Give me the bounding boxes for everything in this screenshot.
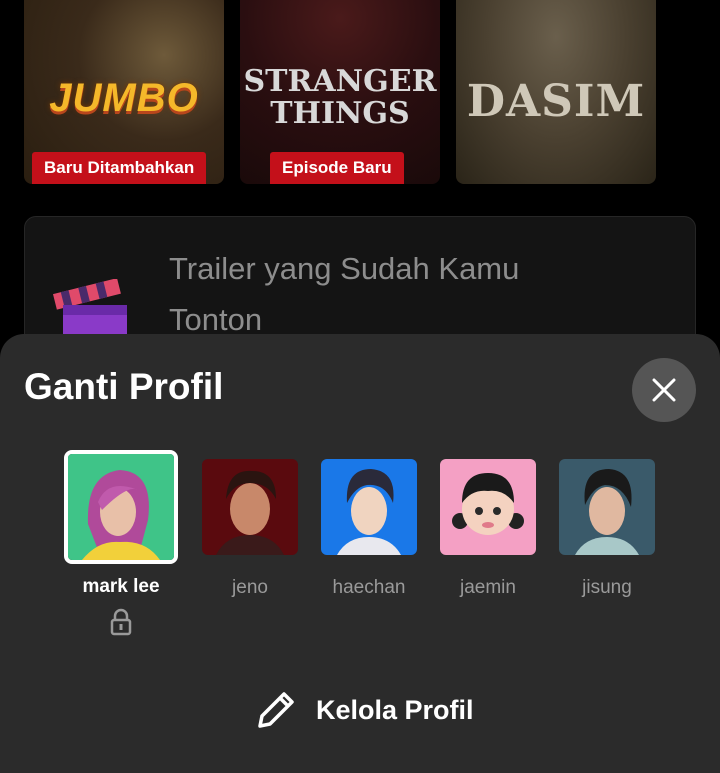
profile-name: jaemin bbox=[460, 577, 516, 598]
avatar bbox=[559, 459, 655, 555]
manage-profiles-button[interactable]: Kelola Profil bbox=[252, 686, 474, 734]
profile-name: jisung bbox=[582, 577, 632, 598]
poster-title-line2: THINGS bbox=[270, 96, 410, 131]
avatar bbox=[202, 459, 298, 555]
poster-title: STRANGER THINGS bbox=[240, 66, 440, 130]
manage-profiles-label: Kelola Profil bbox=[316, 694, 474, 725]
profile-mark-lee[interactable]: mark lee bbox=[61, 450, 181, 636]
switch-profile-sheet: Ganti Profil mark lee jeno haechan jaemi… bbox=[0, 334, 720, 773]
profile-jisung[interactable]: jisung bbox=[547, 459, 667, 599]
card-title: Trailer yang Sudah Kamu Tonton bbox=[169, 251, 520, 337]
close-icon bbox=[652, 378, 676, 402]
avatar bbox=[64, 450, 178, 564]
poster-jumbo[interactable]: JUMBO Baru Ditambahkan bbox=[24, 0, 224, 184]
poster-badge: Baru Ditambahkan bbox=[32, 152, 207, 184]
avatar bbox=[440, 459, 536, 555]
profile-jaemin[interactable]: jaemin bbox=[428, 459, 548, 599]
poster-title: JUMBO bbox=[49, 76, 199, 120]
close-button[interactable] bbox=[632, 358, 696, 422]
profile-jeno[interactable]: jeno bbox=[190, 459, 310, 599]
poster-stranger-things[interactable]: STRANGER THINGS Episode Baru bbox=[240, 0, 440, 184]
profile-haechan[interactable]: haechan bbox=[309, 459, 429, 599]
pencil-icon bbox=[258, 692, 294, 728]
sheet-title: Ganti Profil bbox=[24, 366, 224, 407]
profile-name: mark lee bbox=[82, 576, 160, 597]
profile-name: haechan bbox=[332, 577, 406, 598]
avatar bbox=[321, 459, 417, 555]
poster-title-line1: STRANGER bbox=[243, 64, 437, 99]
poster-title: DASIM bbox=[466, 76, 646, 127]
lock-icon bbox=[110, 608, 132, 636]
poster-dasim[interactable]: DASIM bbox=[456, 0, 656, 184]
poster-badge: Episode Baru bbox=[270, 152, 404, 184]
profile-name: jeno bbox=[232, 577, 268, 598]
